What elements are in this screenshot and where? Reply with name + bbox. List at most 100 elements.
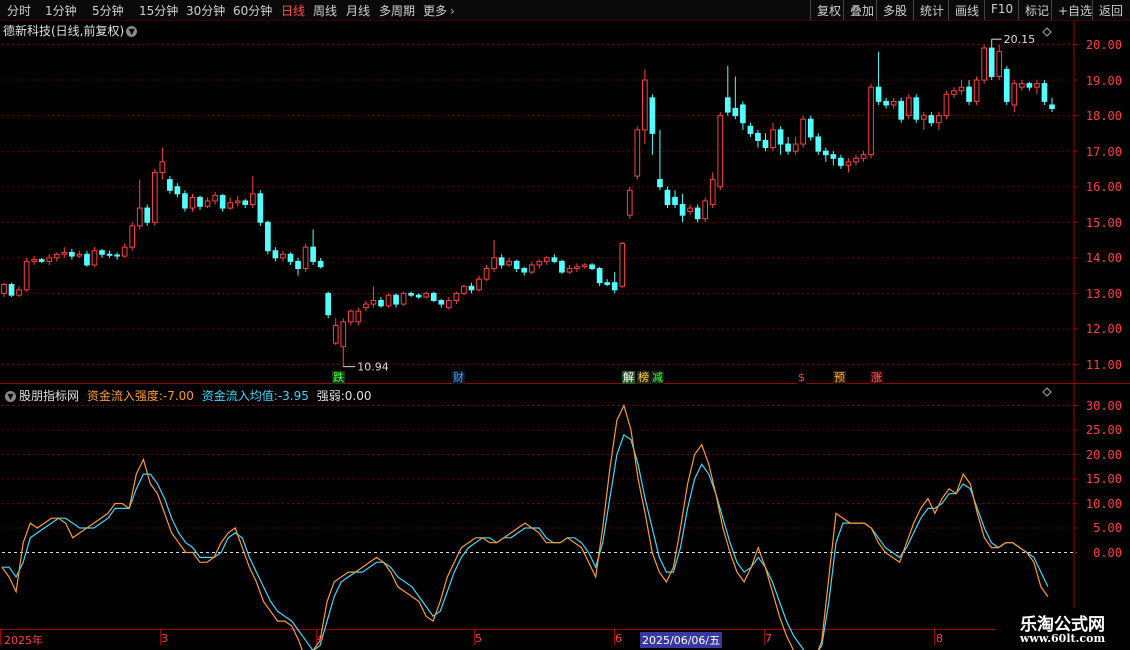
candle-body bbox=[415, 294, 422, 298]
candle-body bbox=[159, 161, 166, 173]
candle-body bbox=[981, 47, 987, 81]
candle-body bbox=[544, 257, 550, 262]
candle-body bbox=[476, 278, 482, 291]
candle-body bbox=[589, 264, 595, 270]
price-tick: 16.00 bbox=[1085, 180, 1122, 194]
event-mark-finance[interactable]: 财 bbox=[452, 371, 465, 384]
period-tab-weekly[interactable]: 周线 bbox=[313, 2, 337, 19]
candle-body bbox=[845, 161, 852, 166]
candle-body bbox=[559, 260, 565, 273]
candle-body bbox=[295, 260, 301, 269]
date-label: 8 bbox=[936, 632, 943, 645]
indicator-tick: 20.00 bbox=[1085, 448, 1122, 462]
candle-body bbox=[69, 252, 75, 257]
period-tab-daily[interactable]: 日线 bbox=[281, 2, 305, 19]
candle-body bbox=[468, 285, 475, 291]
candle-body bbox=[129, 225, 136, 248]
period-tab-intraday[interactable]: 分时 bbox=[7, 2, 31, 19]
candle-body bbox=[883, 100, 889, 106]
add-watchlist-button[interactable]: +自选 bbox=[1051, 0, 1098, 20]
avg-label: 资金流入均值: bbox=[201, 389, 278, 403]
period-tab-1min[interactable]: 1分钟 bbox=[45, 2, 77, 19]
stock-chart[interactable]: 20.15 10.94 bbox=[0, 0, 1130, 650]
event-mark-rise[interactable]: 涨 bbox=[870, 371, 883, 384]
f10-button[interactable]: F10 bbox=[984, 0, 1019, 20]
chevron-down-icon[interactable]: ▼ bbox=[5, 391, 16, 402]
indicator-panel-title: ▼ 股朋指标网 资金流入强度:-7.00 资金流入均值:-3.95 强弱:0.00 bbox=[3, 387, 371, 404]
period-toolbar: 分时 1分钟 5分钟 15分钟 30分钟 60分钟 日线 周线 月线 多周期 更… bbox=[0, 0, 1130, 21]
candle-body bbox=[732, 108, 739, 117]
weak-label: 强弱: bbox=[316, 389, 345, 403]
candle-body bbox=[227, 202, 234, 209]
candle-body bbox=[257, 193, 264, 223]
date-label: 6 bbox=[615, 632, 622, 645]
candle-body bbox=[604, 282, 611, 286]
candle-body bbox=[38, 259, 45, 262]
candle-body bbox=[53, 253, 60, 259]
period-tab-30min[interactable]: 30分钟 bbox=[186, 2, 225, 19]
date-label: 4 bbox=[317, 632, 324, 645]
indicator-tick: 5.00 bbox=[1093, 521, 1122, 535]
period-tab-multi[interactable]: 多周期 bbox=[379, 2, 415, 19]
candle-body bbox=[438, 300, 445, 305]
period-tab-5min[interactable]: 5分钟 bbox=[92, 2, 124, 19]
candle-body bbox=[672, 196, 678, 205]
candle-body bbox=[611, 282, 618, 291]
event-mark-unlock[interactable]: 解 bbox=[622, 371, 635, 384]
candle-body bbox=[996, 51, 1003, 77]
candle-body bbox=[702, 200, 709, 220]
candle-body bbox=[709, 179, 716, 206]
candle-body bbox=[461, 285, 467, 294]
candle-body bbox=[973, 79, 980, 102]
indicator-tick: 15.00 bbox=[1085, 472, 1122, 486]
candle-body bbox=[385, 294, 392, 307]
candle-body bbox=[61, 252, 68, 255]
period-tab-60min[interactable]: 60分钟 bbox=[233, 2, 272, 19]
candle-body bbox=[136, 207, 143, 227]
stats-button[interactable]: 统计 bbox=[913, 0, 950, 20]
weak-value: 0.00 bbox=[344, 389, 372, 403]
strength-value: -7.00 bbox=[162, 389, 194, 403]
price-tick: 14.00 bbox=[1085, 251, 1122, 265]
mark-button[interactable]: 标记 bbox=[1018, 0, 1055, 20]
candle-body bbox=[234, 200, 241, 204]
draw-button[interactable]: 画线 bbox=[948, 0, 985, 20]
candle-body bbox=[634, 129, 641, 177]
candle-body bbox=[265, 221, 271, 252]
event-mark-fall[interactable]: 跌 bbox=[332, 371, 345, 384]
period-tab-15min[interactable]: 15分钟 bbox=[139, 2, 178, 19]
candle-body bbox=[755, 132, 761, 141]
candle-body bbox=[332, 324, 339, 344]
candle-body bbox=[936, 115, 942, 124]
event-mark-dividend[interactable]: $ bbox=[797, 371, 806, 384]
candle-body bbox=[521, 268, 528, 273]
candle-body bbox=[347, 310, 354, 323]
event-mark-list[interactable]: 榜 bbox=[637, 371, 650, 384]
period-tab-monthly[interactable]: 月线 bbox=[346, 2, 370, 19]
candle-body bbox=[491, 257, 497, 270]
event-mark-forecast[interactable]: 预 bbox=[833, 371, 846, 384]
candle-body bbox=[144, 207, 151, 223]
candle-body bbox=[182, 193, 188, 209]
indicator-tick: 30.00 bbox=[1085, 399, 1122, 413]
candle-body bbox=[378, 300, 384, 307]
chevron-down-icon[interactable]: ▼ bbox=[126, 26, 138, 37]
overlay-button[interactable]: 叠加 bbox=[843, 0, 880, 20]
price-tick: 19.00 bbox=[1085, 74, 1122, 88]
candle-body bbox=[393, 294, 399, 305]
price-tick: 18.00 bbox=[1085, 109, 1122, 123]
watermark-url: www.60lt.com bbox=[1019, 632, 1106, 645]
candle-body bbox=[506, 260, 512, 266]
candle-body bbox=[483, 268, 490, 280]
candle-body bbox=[1019, 83, 1025, 88]
candle-body bbox=[23, 260, 30, 291]
multi-stock-button[interactable]: 多股 bbox=[876, 0, 913, 20]
candle-body bbox=[1003, 68, 1010, 102]
period-tab-more[interactable]: 更多 › bbox=[423, 2, 455, 19]
candle-body bbox=[717, 115, 724, 188]
back-button[interactable]: 返回 bbox=[1092, 0, 1129, 20]
candle-body bbox=[16, 289, 22, 296]
adjust-button[interactable]: 复权 bbox=[810, 0, 847, 20]
event-mark-reduce[interactable]: 减 bbox=[651, 371, 664, 384]
candle-body bbox=[249, 193, 256, 205]
